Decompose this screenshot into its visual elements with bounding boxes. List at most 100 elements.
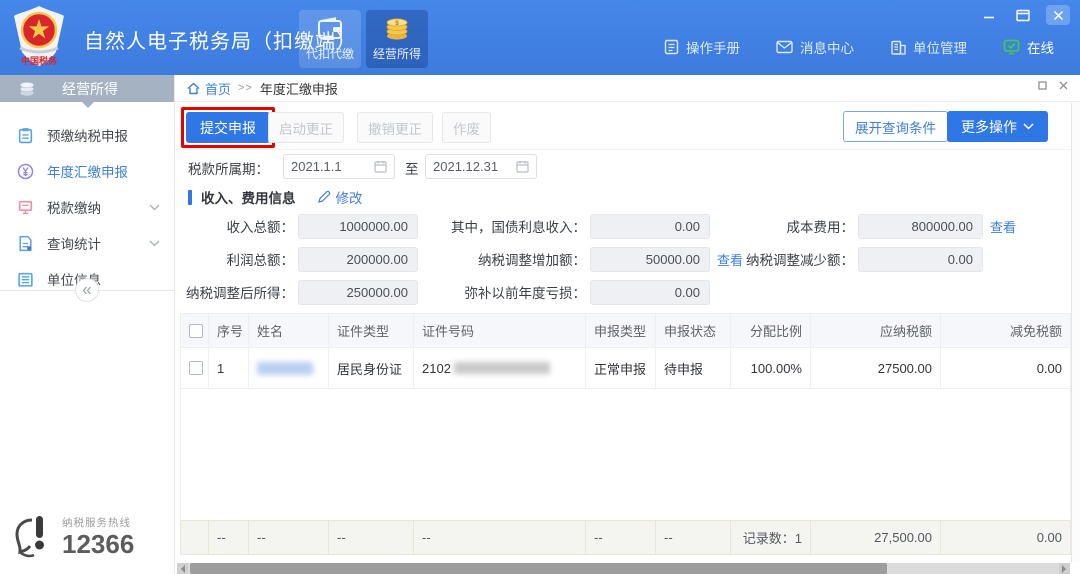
close-icon [1053,10,1064,21]
sidebar-collapse-button[interactable] [75,278,99,302]
field-value: 0.00 [590,214,710,239]
period-end-input[interactable]: 2021.12.31 [425,154,537,179]
cell-status: 待申报 [656,348,731,389]
row-checkbox[interactable] [189,361,203,375]
restore-pane-icon[interactable] [1038,81,1047,90]
cell-id-number: 2102 [414,348,586,389]
sidebar-item-annual-declaration[interactable]: 年度汇缴申报 [0,153,174,189]
breadcrumb-home-label: 首页 [205,79,231,98]
select-all-checkbox[interactable] [189,324,203,338]
field-total-profit: 利润总额： 200000.00 [175,246,418,272]
field-label: 利润总额： [175,249,298,269]
expand-query-label: 展开查询条件 [855,121,936,136]
field-value: 1000000.00 [298,214,418,239]
sidebar-item-label: 年度汇缴申报 [47,161,128,181]
tab-business-income[interactable]: $ 经营所得 [366,10,428,68]
chevron-down-icon [149,204,160,211]
double-chevron-left-icon [82,286,92,295]
more-actions-button[interactable]: 更多操作 [947,111,1048,142]
online-status-icon [1003,39,1020,55]
svg-text:$: $ [395,20,399,27]
vertical-scrollbar-track[interactable] [1071,103,1080,562]
minimize-button[interactable] [978,6,1000,24]
col-id-type: 证件类型 [329,314,414,348]
toolbar: 提交申报 启动更正 撤销更正 作废 展开查询条件 更多操作 [175,103,1080,150]
void-button[interactable]: 作废 [442,112,491,143]
maximize-button[interactable] [1012,6,1034,24]
chevron-down-icon [1023,123,1034,130]
minimize-icon [983,9,995,21]
submit-declaration-button[interactable]: 提交申报 [186,112,270,143]
window-controls [978,5,1070,25]
section-accent-bar [188,190,192,205]
wallet-icon [317,17,343,41]
col-index: 序号 [209,314,249,348]
field-income-after-adjustment: 纳税调整后所得： 250000.00 [175,279,418,305]
field-value: 0.00 [858,247,983,272]
sidebar-item-prepay-declaration[interactable]: 预缴纳税申报 [0,117,174,153]
summary-record-count: 记录数：1 [731,521,811,555]
manual-icon [664,39,679,55]
cancel-correction-button[interactable]: 撤销更正 [357,112,433,143]
report-icon [17,235,34,252]
income-section-header: 收入、费用信息 修改 [188,187,363,207]
nav-unit-management[interactable]: 单位管理 [890,37,967,57]
start-correction-button[interactable]: 启动更正 [268,112,344,143]
table-row[interactable]: 1 居民身份证 2102 正常申报 待申报 100.00% 27500.00 [181,348,1071,389]
close-button[interactable] [1046,5,1070,25]
col-declare-type: 申报类型 [586,314,656,348]
breadcrumb-home[interactable]: 首页 [187,79,231,98]
start-correction-label: 启动更正 [279,122,333,137]
breadcrumb-separator: >> [238,82,253,94]
sidebar-header-label: 经营所得 [62,79,118,99]
close-pane-icon[interactable] [1059,81,1068,90]
declaration-table: 序号 姓名 证件类型 证件号码 申报类型 申报状态 分配比例 应纳税额 减免税额 [180,313,1070,555]
summary-tax-total: 27,500.00 [811,521,941,555]
sidebar: 经营所得 预缴纳税申报 年度汇缴申报 [0,75,175,574]
period-label: 税款所属期： [188,158,269,178]
summary-dash: -- [586,521,656,555]
expand-query-button[interactable]: 展开查询条件 [843,111,948,142]
main-content: 首页 >> 年度汇缴申报 提交申报 启动更正 [175,75,1080,574]
cell-tax: 27500.00 [811,348,941,389]
period-end-value: 2021.12.31 [433,159,498,174]
summary-dash: -- [329,521,414,555]
col-tax: 应纳税额 [811,314,941,348]
tab-business-income-label: 经营所得 [373,45,421,62]
field-label: 纳税调整减少额： [720,249,858,269]
redacted-id-number [454,362,550,374]
tab-withholding[interactable]: 代扣代缴 [299,10,361,68]
cell-ratio: 100.00% [731,348,811,389]
sidebar-menu: 预缴纳税申报 年度汇缴申报 税款缴纳 [0,117,174,297]
cell-name [249,348,329,389]
hotline-number: 12366 [62,530,134,559]
id-number-prefix: 2102 [422,361,451,376]
period-start-input[interactable]: 2021.1.1 [283,154,395,179]
view-link[interactable]: 查看 [990,217,1016,236]
redacted-name [257,362,313,375]
cell-reduction: 0.00 [941,348,1071,389]
col-reduction: 减免税额 [941,314,1071,348]
building-icon [890,40,906,55]
period-to-label: 至 [405,158,419,178]
sidebar-item-label: 税款缴纳 [47,197,101,217]
sidebar-item-query-statistics[interactable]: 查询统计 [0,225,174,261]
field-total-income: 收入总额： 1000000.00 [175,213,418,239]
nav-online-status[interactable]: 在线 [1003,37,1054,57]
svg-text:中国税务: 中国税务 [21,55,58,66]
horizontal-scrollbar-thumb[interactable] [190,563,887,574]
scroll-left-arrow[interactable] [177,563,188,574]
edit-link[interactable]: 修改 [317,187,363,207]
void-label: 作废 [453,122,480,137]
sidebar-header-caret [82,102,94,114]
scroll-right-arrow[interactable] [1059,563,1070,574]
sidebar-header: 经营所得 [0,75,174,102]
nav-operation-manual[interactable]: 操作手册 [664,37,740,57]
horizontal-scrollbar[interactable] [177,563,1070,574]
sidebar-item-tax-payment[interactable]: 税款缴纳 [0,189,174,225]
field-label: 其中，国债利息收入： [425,216,590,236]
nav-message-center[interactable]: 消息中心 [776,37,854,57]
nav-unit-management-label: 单位管理 [913,37,967,57]
nav-online-status-label: 在线 [1027,37,1054,57]
coins-icon: $ [384,17,410,41]
